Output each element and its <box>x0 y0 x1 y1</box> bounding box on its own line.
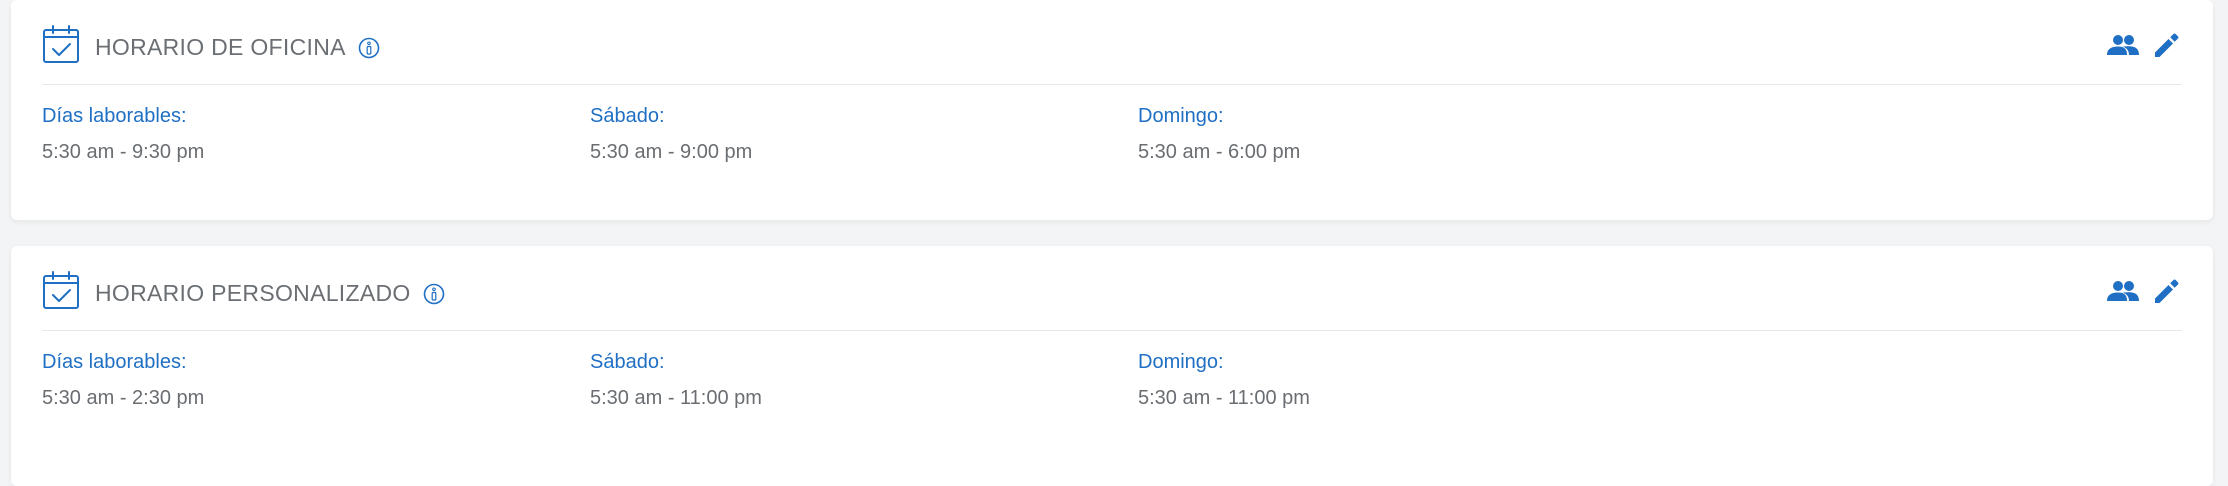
field-label: Domingo: <box>1138 351 1224 373</box>
field-saturday: Sábado: 5:30 am - 11:00 pm <box>590 350 1090 410</box>
field-value: 5:30 am - 2:30 pm <box>42 387 205 409</box>
field-value: 5:30 am - 9:30 pm <box>42 141 205 163</box>
field-sunday: Domingo: 5:30 am - 6:00 pm <box>1138 104 1638 164</box>
schedule-title: HORARIO DE OFICINA <box>95 34 346 60</box>
field-label: Sábado: <box>590 105 665 127</box>
card-title: HORARIO PERSONALIZADO <box>95 280 445 307</box>
field-weekdays: Días laborables: 5:30 am - 9:30 pm <box>42 104 542 164</box>
field-sunday: Domingo: 5:30 am - 11:00 pm <box>1138 350 1638 410</box>
field-label: Días laborables: <box>42 351 187 373</box>
field-value: 5:30 am - 11:00 pm <box>590 387 762 409</box>
info-icon[interactable] <box>423 283 445 305</box>
users-icon[interactable] <box>2106 33 2140 57</box>
card-header: HORARIO DE OFICINA <box>42 24 2182 85</box>
field-value: 5:30 am - 6:00 pm <box>1138 141 1301 163</box>
card-header: HORARIO PERSONALIZADO <box>42 270 2182 331</box>
field-weekdays: Días laborables: 5:30 am - 2:30 pm <box>42 350 542 410</box>
schedule-title: HORARIO PERSONALIZADO <box>95 280 411 306</box>
field-label: Domingo: <box>1138 105 1224 127</box>
card-title: HORARIO DE OFICINA <box>95 34 380 61</box>
users-icon[interactable] <box>2106 279 2140 303</box>
schedule-card-custom: HORARIO PERSONALIZADO Días laborables: 5… <box>11 246 2213 486</box>
field-label: Sábado: <box>590 351 665 373</box>
header-actions <box>2106 274 2182 308</box>
pencil-icon[interactable] <box>2152 30 2182 60</box>
calendar-check-icon <box>43 271 79 309</box>
field-value: 5:30 am - 11:00 pm <box>1138 387 1310 409</box>
field-label: Días laborables: <box>42 105 187 127</box>
pencil-icon[interactable] <box>2152 276 2182 306</box>
header-actions <box>2106 28 2182 62</box>
field-value: 5:30 am - 9:00 pm <box>590 141 753 163</box>
info-icon[interactable] <box>358 37 380 59</box>
calendar-check-icon <box>43 25 79 63</box>
field-saturday: Sábado: 5:30 am - 9:00 pm <box>590 104 1090 164</box>
schedule-card-office: HORARIO DE OFICINA Días laborables: 5:30… <box>11 0 2213 220</box>
